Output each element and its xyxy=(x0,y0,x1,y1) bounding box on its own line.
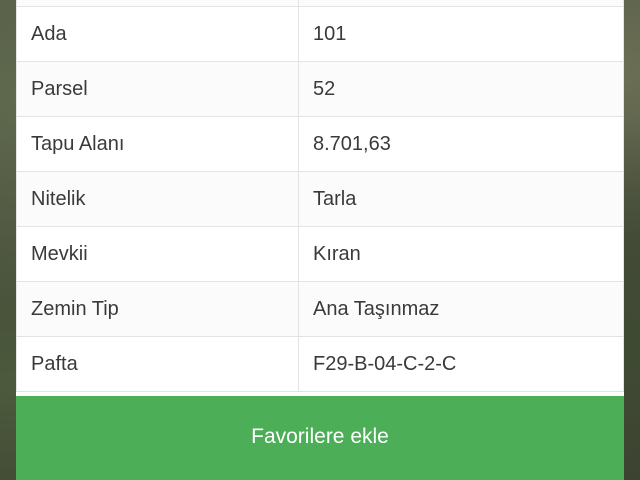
parcel-details-table: Ada 101 Parsel 52 Tapu Alanı 8.701,63 Ni… xyxy=(16,0,624,392)
row-value: 8.701,63 xyxy=(313,132,391,155)
table-row-mevkii: Mevkii Kıran xyxy=(17,227,623,282)
table-row xyxy=(17,0,623,7)
row-key: Parsel xyxy=(17,62,299,116)
table-row-nitelik: Nitelik Tarla xyxy=(17,172,623,227)
table-row-pafta: Pafta F29-B-04-C-2-C xyxy=(17,337,623,392)
row-value: F29-B-04-C-2-C xyxy=(313,352,457,375)
row-key: Nitelik xyxy=(17,172,299,226)
row-value: Tarla xyxy=(313,187,357,210)
row-key: Zemin Tip xyxy=(17,282,299,336)
table-row-zemin-tip: Zemin Tip Ana Taşınmaz xyxy=(17,282,623,337)
row-key: Tapu Alanı xyxy=(17,117,299,171)
row-key: Ada xyxy=(17,7,299,61)
add-to-favorites-button[interactable]: Favorilere ekle xyxy=(16,396,624,480)
table-row-parsel: Parsel 52 xyxy=(17,62,623,117)
table-row-tapu-alani: Tapu Alanı 8.701,63 xyxy=(17,117,623,172)
row-key: Pafta xyxy=(17,337,299,391)
row-value: Ana Taşınmaz xyxy=(313,297,440,320)
row-value: Kıran xyxy=(313,242,361,265)
row-value: 101 xyxy=(313,22,347,45)
table-row-ada: Ada 101 xyxy=(17,7,623,62)
parcel-info-panel: Ada 101 Parsel 52 Tapu Alanı 8.701,63 Ni… xyxy=(16,0,624,480)
row-key xyxy=(17,0,299,6)
row-value xyxy=(299,0,623,6)
row-value: 52 xyxy=(313,77,336,100)
row-key: Mevkii xyxy=(17,227,299,281)
